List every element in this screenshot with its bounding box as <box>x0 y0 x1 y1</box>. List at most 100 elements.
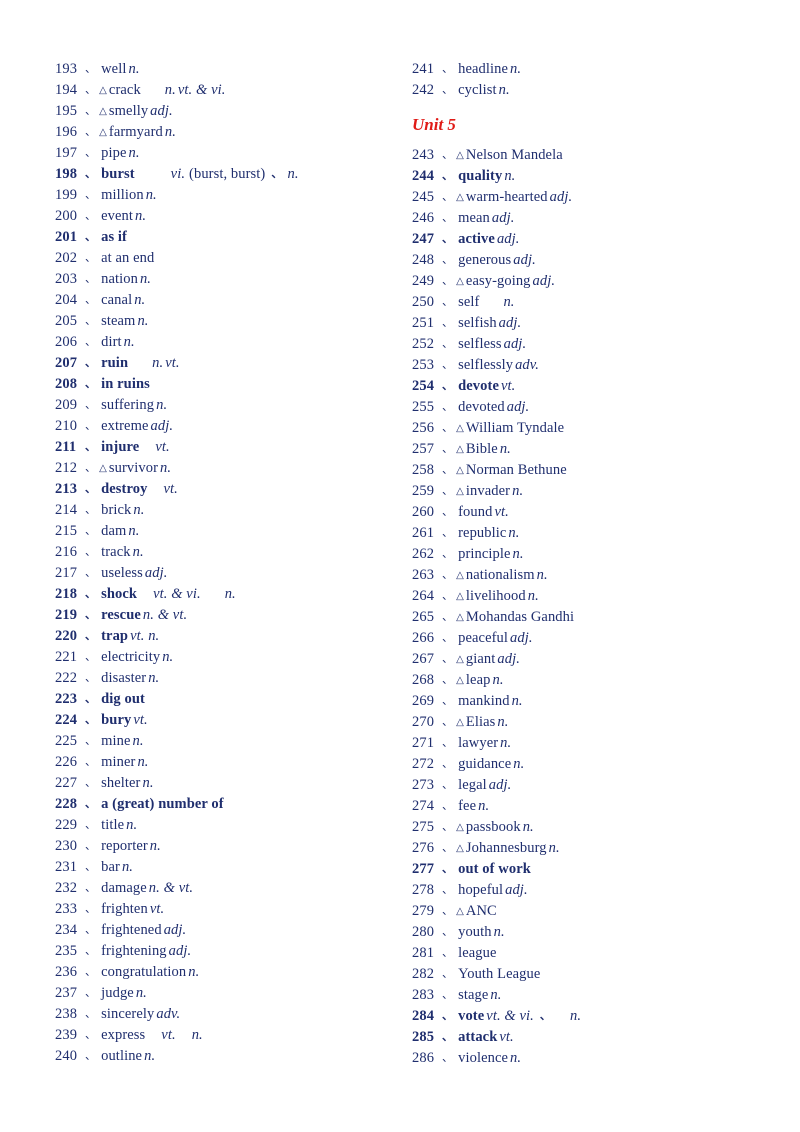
triangle-marker-icon: △ <box>456 276 464 287</box>
entry-number: 252 <box>412 336 435 352</box>
enumeration-comma: 、 <box>442 925 454 938</box>
enumeration-comma: 、 <box>442 652 454 665</box>
triangle-marker-icon: △ <box>456 423 464 434</box>
enumeration-comma: 、 <box>442 62 454 75</box>
entry-word: suffering <box>101 397 155 413</box>
entry-word: principle <box>458 546 511 562</box>
entry-number: 199 <box>55 187 78 203</box>
part-of-speech: n. <box>188 964 200 980</box>
enumeration-comma: 、 <box>85 335 97 348</box>
entry-number: 240 <box>55 1048 78 1064</box>
entry-number: 265 <box>412 609 435 625</box>
entry-number: 222 <box>55 670 78 686</box>
enumeration-comma: 、 <box>85 209 97 222</box>
enumeration-comma: 、 <box>85 398 97 411</box>
enumeration-comma: 、 <box>85 860 97 873</box>
part-of-speech: vt. n. <box>130 628 160 644</box>
entry-word: event <box>101 208 134 224</box>
entry-number: 272 <box>412 756 435 772</box>
vocabulary-entry: 247 、 active adj. <box>412 228 752 249</box>
part-of-speech: n. <box>164 82 176 98</box>
entry-number: 283 <box>412 987 435 1003</box>
entry-number: 224 <box>55 712 78 728</box>
part-of-speech: n. <box>142 775 154 791</box>
enumeration-comma: 、 <box>442 610 454 623</box>
enumeration-comma: 、 <box>442 274 454 287</box>
entry-word: fee <box>458 798 477 814</box>
enumeration-comma: 、 <box>442 169 454 182</box>
vocabulary-entry: 268 、 △ leap n. <box>412 669 752 690</box>
entry-number: 214 <box>55 502 78 518</box>
vocabulary-entry: 213 、 destroy vt. <box>55 478 395 499</box>
entry-number: 281 <box>412 945 435 961</box>
enumeration-comma: 、 <box>442 337 454 350</box>
enumeration-comma: 、 <box>85 104 97 117</box>
entry-word: devoted <box>458 399 505 415</box>
enumeration-comma: 、 <box>442 232 454 245</box>
part-of-speech-secondary: vt. & vi. <box>177 82 226 98</box>
entry-word: William Tyndale <box>465 420 565 436</box>
enumeration-comma: 、 <box>85 419 97 432</box>
part-of-speech: n. <box>128 523 140 539</box>
vocabulary-entry: 236 、 congratulation n. <box>55 961 395 982</box>
entry-word: shelter <box>101 775 141 791</box>
vocabulary-entry: 204 、 canal n. <box>55 289 395 310</box>
triangle-marker-icon: △ <box>456 612 464 623</box>
entry-number: 275 <box>412 819 435 835</box>
entry-number: 282 <box>412 966 435 982</box>
enumeration-comma: 、 <box>85 902 97 915</box>
entry-number: 204 <box>55 292 78 308</box>
right-column: 241、 headline n. 242、 cyclist n. Unit 5 243、 △ Ne… <box>412 58 752 1068</box>
entry-number: 231 <box>55 859 78 875</box>
triangle-marker-icon: △ <box>99 106 107 117</box>
entry-word: crack <box>108 82 141 98</box>
vocabulary-entry: 231 、 bar n. <box>55 856 395 877</box>
vocabulary-entry: 226 、 miner n. <box>55 751 395 772</box>
triangle-marker-icon: △ <box>456 654 464 665</box>
part-of-speech: n. <box>510 61 522 77</box>
vocabulary-entry: 227 、 shelter n. <box>55 772 395 793</box>
vocabulary-entry: 274 、 fee n. <box>412 795 752 816</box>
entry-number: 201 <box>55 229 78 245</box>
enumeration-comma: 、 <box>442 715 454 728</box>
part-of-speech: n. <box>510 1050 522 1066</box>
vocabulary-entry: 271 、 lawyer n. <box>412 732 752 753</box>
entry-number: 256 <box>412 420 435 436</box>
entry-number: 262 <box>412 546 435 562</box>
enumeration-comma: 、 <box>85 293 97 306</box>
entry-word: dam <box>101 523 127 539</box>
triangle-marker-icon: △ <box>456 465 464 476</box>
part-of-speech: adv. <box>156 1006 181 1022</box>
triangle-marker-icon: △ <box>456 486 464 497</box>
part-of-speech: n. <box>128 145 140 161</box>
entry-number: 274 <box>412 798 435 814</box>
entry-number: 236 <box>55 964 78 980</box>
part-of-speech: n. <box>512 483 524 499</box>
entry-number: 196 <box>55 124 78 140</box>
entry-word: attack <box>458 1029 498 1045</box>
enumeration-comma: 、 <box>85 62 97 75</box>
vocabulary-entry: 277 、 out of work <box>412 858 752 879</box>
part-of-speech: n. <box>135 985 147 1001</box>
entry-number: 235 <box>55 943 78 959</box>
entry-word: trap <box>101 628 129 644</box>
enumeration-comma: 、 <box>442 253 454 266</box>
vocabulary-entry: 270 、 △ Elias n. <box>412 711 752 732</box>
part-of-speech: adj. <box>491 210 515 226</box>
enumeration-comma: 、 <box>85 545 97 558</box>
part-of-speech: n. <box>133 502 145 518</box>
triangle-marker-icon: △ <box>99 85 107 96</box>
entry-word: selfless <box>458 336 502 352</box>
entry-number: 226 <box>55 754 78 770</box>
vocabulary-entry: 232 、 damage n. & vt. <box>55 877 395 898</box>
part-of-speech: adj. <box>513 252 536 268</box>
enumeration-comma: 、 <box>442 211 454 224</box>
enumeration-comma: 、 <box>85 818 97 831</box>
part-of-speech: n. <box>499 441 511 457</box>
entry-word: bar <box>101 859 120 875</box>
enumeration-comma: 、 <box>442 547 454 560</box>
part-of-speech: n. <box>522 819 534 835</box>
entry-number: 220 <box>55 628 78 644</box>
triangle-marker-icon: △ <box>456 675 464 686</box>
vocabulary-entry: 251 、 selfish adj. <box>412 312 752 333</box>
